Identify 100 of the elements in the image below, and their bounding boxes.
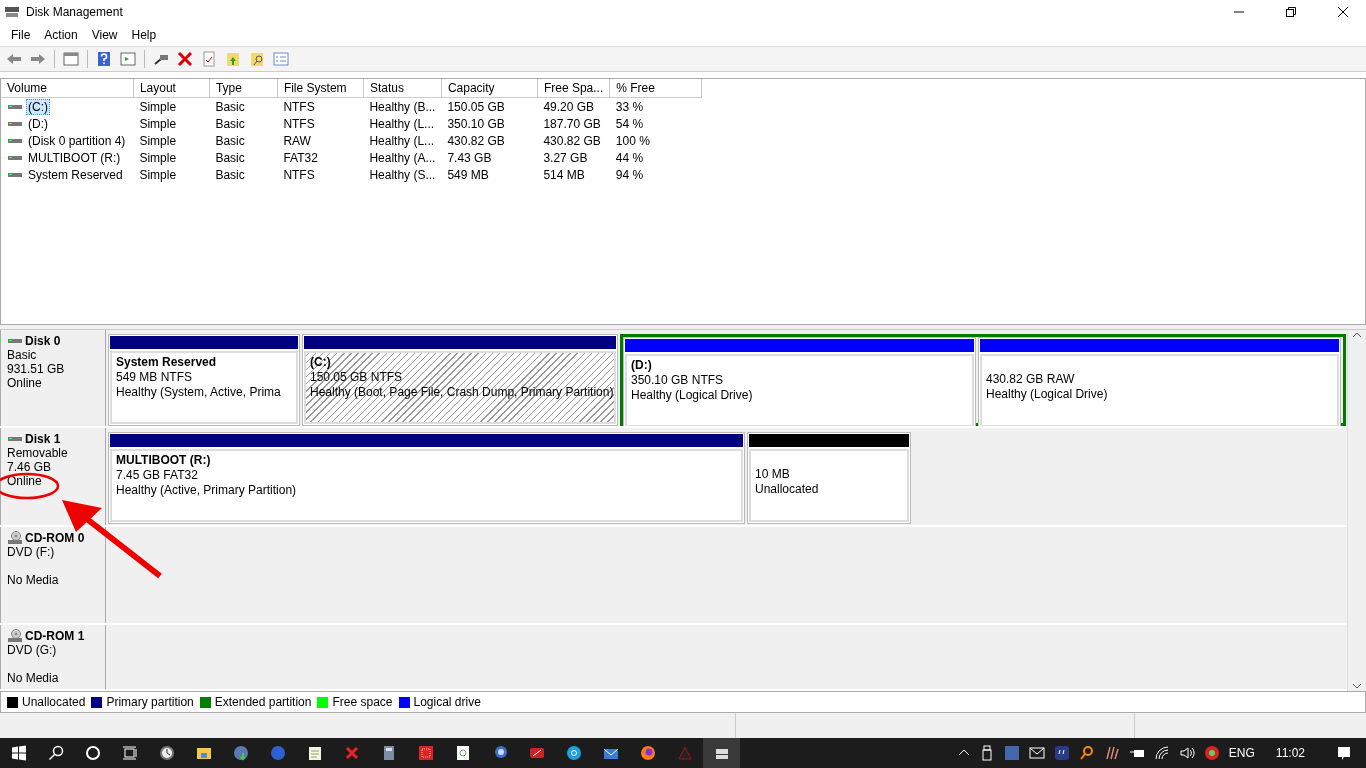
clock-icon [158, 745, 175, 761]
menu-item[interactable]: Help [124, 26, 164, 44]
legend-label: Free space [332, 695, 393, 709]
ring-circle-icon [565, 745, 582, 761]
taskbar-button[interactable] [703, 738, 740, 768]
column-header[interactable]: Layout [133, 79, 210, 98]
partition-block[interactable]: MULTIBOOT (R:) 7.45 GB FAT32 Healthy (Active, Primary Partition) [108, 432, 745, 524]
help-icon [96, 51, 112, 67]
partition-block[interactable]: (C:) 150.05 GB NTFS Healthy (Boot, Page File, Crash Dump, Primary Partition) [302, 334, 618, 426]
table-cell: Healthy (L... [369, 116, 435, 131]
folder-icon [195, 745, 212, 761]
partition-detail: 350.10 GB NTFS [631, 373, 725, 388]
volume-list-item[interactable]: (Disk 0 partition 4) [26, 132, 128, 149]
disk-type: DVD (G:) [7, 643, 58, 657]
column-header[interactable]: Volume [1, 79, 134, 98]
table-cell: Simple [139, 99, 177, 114]
cross-icon [343, 745, 360, 761]
table-cell: 549 MB [447, 167, 489, 182]
disk-name: Disk 0 [25, 334, 61, 348]
disk-status: Online [7, 376, 43, 390]
table-cell: 54 % [615, 116, 644, 131]
stripes-icon [1103, 745, 1120, 761]
close-icon [1338, 7, 1348, 17]
disk-name: Disk 1 [25, 432, 61, 446]
partition-block[interactable]: System Reserved 549 MB NTFS Healthy (System, Active, Prima [108, 334, 300, 426]
table-cell: Basic [215, 150, 245, 165]
column-header[interactable]: Capacity [441, 79, 538, 98]
drive-icon [7, 435, 23, 443]
disk-status: No Media [7, 671, 60, 685]
partition-status: Healthy (Logical Drive) [631, 388, 754, 403]
partition-block[interactable]: 10 MB Unallocated [747, 432, 911, 524]
partition-block[interactable]: (D:) 350.10 GB NTFS Healthy (Logical Drive) [623, 337, 976, 426]
triangle-icon [676, 745, 693, 761]
legend-label: Unallocated [22, 695, 86, 709]
language-indicator[interactable]: ENG [1228, 746, 1255, 760]
document-icon [454, 745, 471, 761]
scroll-up-icon[interactable] [1352, 330, 1362, 340]
column-header[interactable]: % Free [609, 79, 702, 98]
partition-detail: 150.05 GB NTFS [310, 370, 404, 385]
partition-status: Healthy (System, Active, Prima [116, 385, 282, 400]
column-header[interactable]: Type [209, 79, 278, 98]
quote-icon [1053, 745, 1070, 761]
volume-list-item[interactable]: MULTIBOOT (R:) [26, 149, 123, 166]
scroll-down-icon[interactable] [1352, 681, 1362, 691]
drive-icon [7, 102, 23, 111]
folder-magnifier-icon [249, 51, 265, 67]
disk-label-panel[interactable]: Disk 1 Removable 7.46 GB Online [0, 428, 106, 525]
app-icon [4, 5, 20, 19]
menu-item[interactable]: File [4, 26, 38, 44]
disk-label-panel[interactable]: CD-ROM 1 DVD (G:) No Media [0, 625, 106, 689]
partition-detail: 430.82 GB RAW [986, 372, 1076, 387]
column-header[interactable]: Status [363, 79, 442, 98]
partition-detail: 549 MB NTFS [116, 370, 194, 385]
partition-detail: 7.45 GB FAT32 [116, 468, 199, 483]
forward-arrow-icon [30, 51, 46, 67]
partition-name: (C:) [310, 355, 332, 370]
ball-icon [269, 745, 286, 761]
partition-name: (D:) [631, 358, 653, 373]
disk-status: No Media [7, 573, 60, 587]
disk-label-panel[interactable]: Disk 0 Basic 931.51 GB Online [0, 330, 106, 426]
checklist-icon [273, 51, 289, 67]
legend-label: Logical drive [413, 695, 481, 709]
delete-button[interactable] [175, 49, 195, 69]
search-icon [47, 745, 64, 761]
volume-list-item[interactable]: System Reserved [26, 166, 125, 183]
disk-label-panel[interactable]: CD-ROM 0 DVD (F:) No Media [0, 527, 106, 623]
clock[interactable]: 11:02 [1275, 746, 1305, 760]
volume-list-item[interactable]: (C:) [26, 98, 50, 115]
drive-icon [7, 337, 23, 345]
table-cell: 350.10 GB [447, 116, 505, 131]
table-cell: Healthy (A... [369, 150, 436, 165]
table-cell: Simple [139, 133, 177, 148]
partition-status: Healthy (Logical Drive) [986, 387, 1109, 402]
browser-globe-icon [639, 745, 656, 761]
table-cell: 3.27 GB [543, 150, 588, 165]
partition-detail: 10 MB [755, 467, 791, 482]
back-arrow-icon [6, 51, 22, 67]
windows-logo-icon [10, 745, 27, 761]
disk-name: CD-ROM 1 [25, 629, 85, 643]
column-header[interactable]: File System [277, 79, 364, 98]
disk-size: 931.51 GB [7, 362, 66, 376]
window-title: Disk Management [26, 5, 124, 19]
volume-list-item[interactable]: (D:) [26, 115, 50, 132]
menu-item[interactable]: Action [37, 26, 85, 44]
ring-dot-icon [1203, 745, 1220, 761]
magnifier-icon [1078, 745, 1095, 761]
table-cell: Simple [139, 167, 177, 182]
table-cell: 7.43 GB [447, 150, 492, 165]
partition-name: MULTIBOOT (R:) [116, 453, 212, 468]
table-cell: 33 % [615, 99, 644, 114]
notepad-icon [306, 745, 323, 761]
optical-drive-icon [7, 629, 23, 643]
column-header[interactable]: Free Spa... [537, 79, 610, 98]
speaker-icon [1178, 745, 1195, 761]
menu-item[interactable]: View [84, 26, 125, 44]
table-cell: Healthy (L... [369, 133, 435, 148]
table-cell: Basic [215, 167, 245, 182]
partition-block[interactable]: 430.82 GB RAW Healthy (Logical Drive) [978, 337, 1341, 426]
table-cell: NTFS [283, 167, 315, 182]
table-cell: Healthy (S... [369, 167, 436, 182]
